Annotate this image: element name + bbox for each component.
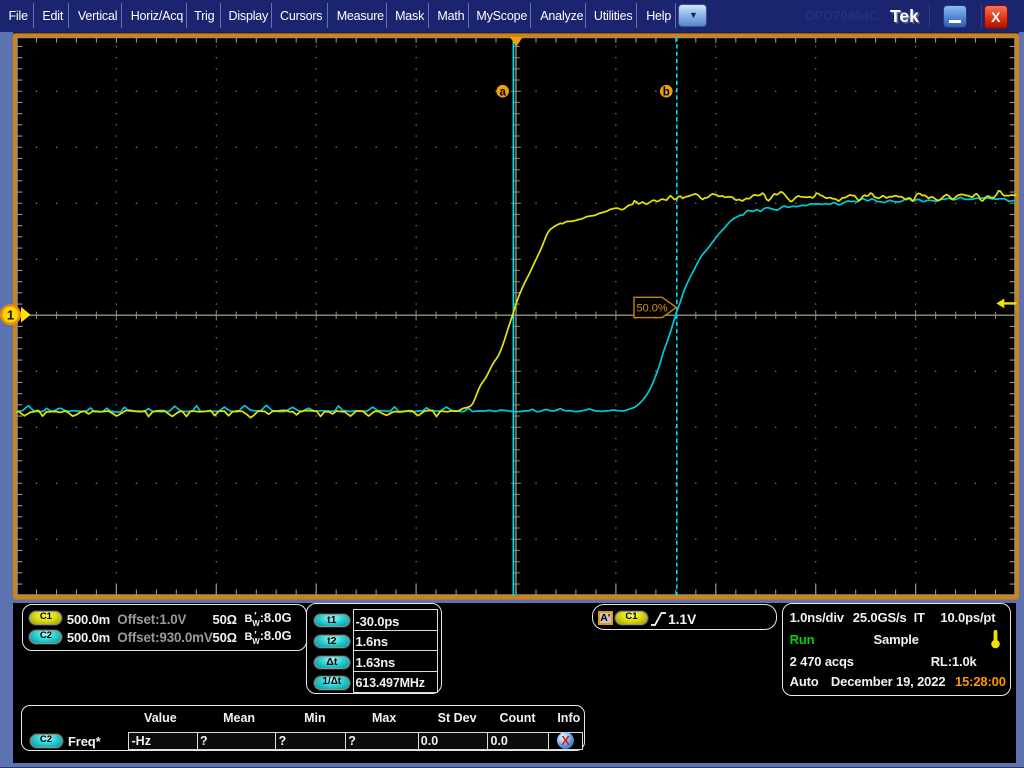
svg-text:1: 1 <box>7 307 14 322</box>
svg-text:b: b <box>663 86 670 98</box>
svg-text:a: a <box>499 86 506 98</box>
svg-text:50.0%: 50.0% <box>637 303 668 315</box>
